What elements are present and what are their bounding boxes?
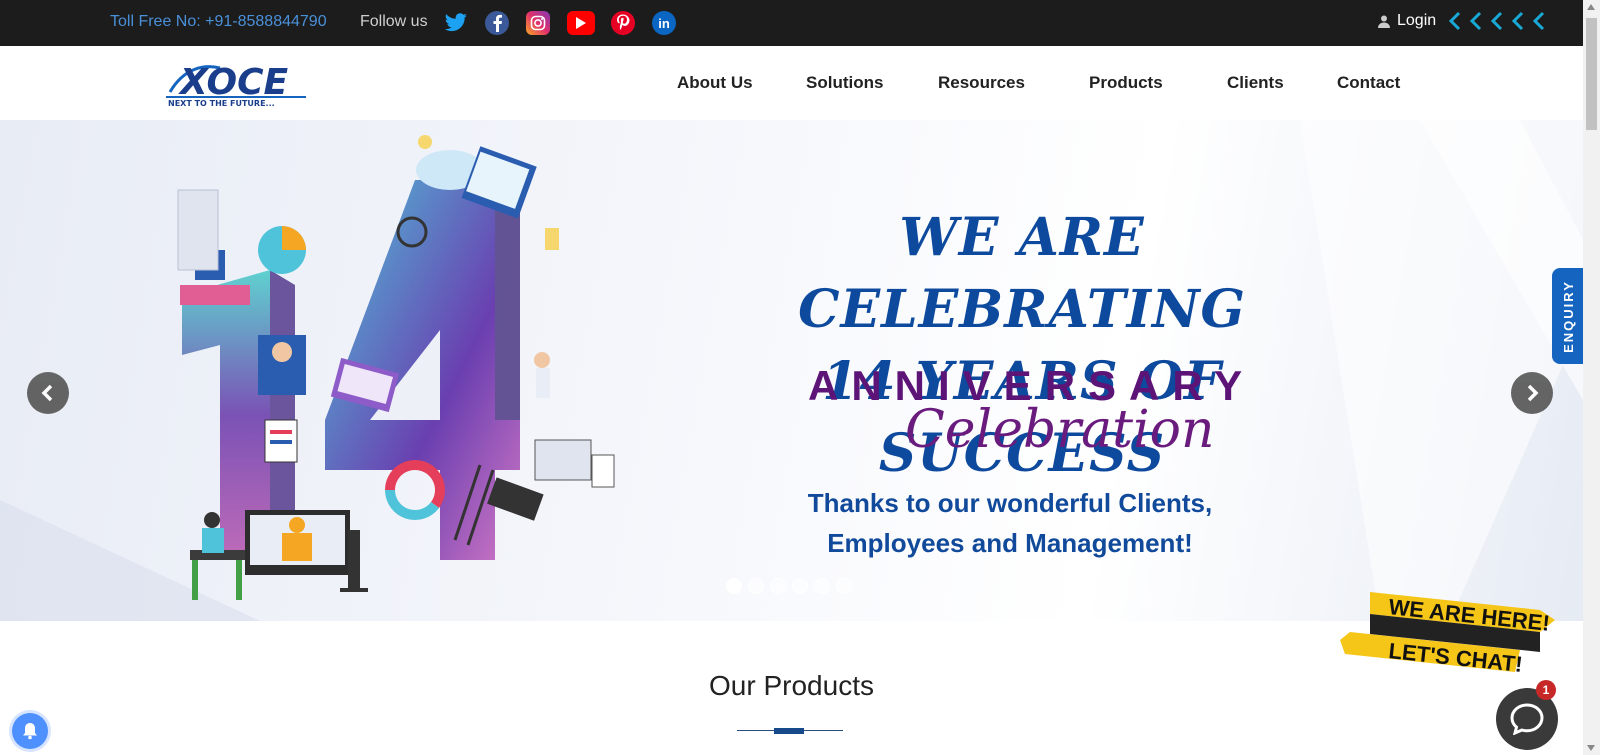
- carousel-indicators: [726, 578, 852, 594]
- top-bar: Toll Free No: +91-8588844790 Follow us i…: [0, 0, 1583, 46]
- main-navbar: XOCE NEXT TO THE FUTURE... About Us Solu…: [0, 46, 1583, 120]
- section-divider-accent: [774, 728, 804, 734]
- user-icon: [1378, 15, 1390, 28]
- nav-about-us[interactable]: About Us: [677, 73, 753, 93]
- notification-bell-button[interactable]: [12, 713, 48, 749]
- follow-us-label: Follow us: [360, 13, 428, 30]
- carousel-next-button[interactable]: [1511, 372, 1553, 414]
- login-label: Login: [1397, 12, 1437, 29]
- twitter-icon[interactable]: [444, 11, 468, 35]
- toll-free-link[interactable]: Toll Free No: +91-8588844790: [110, 13, 327, 31]
- carousel-dot-3[interactable]: [770, 578, 786, 594]
- chevron-left-icon: [1511, 11, 1524, 31]
- carousel-dot-2[interactable]: [748, 578, 764, 594]
- nav-products[interactable]: Products: [1089, 73, 1163, 93]
- linkedin-icon[interactable]: in: [652, 11, 676, 35]
- enquiry-label: ENQUIRY: [1560, 279, 1576, 353]
- scroll-thumb[interactable]: [1586, 18, 1597, 130]
- nav-solutions[interactable]: Solutions: [806, 73, 883, 93]
- chat-unread-badge: 1: [1536, 680, 1556, 700]
- facebook-icon[interactable]: [485, 11, 509, 35]
- login-button[interactable]: Login: [1378, 12, 1436, 30]
- logo-tagline: NEXT TO THE FUTURE...: [168, 99, 275, 108]
- thanks-line1: Thanks to our wonderful Clients,: [807, 488, 1213, 518]
- carousel-dot-6[interactable]: [836, 578, 852, 594]
- thanks-line2: Employees and Management!: [827, 528, 1193, 558]
- chevron-left-icon: [1469, 11, 1482, 31]
- bell-icon: [23, 723, 37, 740]
- chevron-left-icon: [1448, 11, 1461, 31]
- company-logo[interactable]: XOCE NEXT TO THE FUTURE...: [164, 58, 312, 108]
- nav-resources[interactable]: Resources: [938, 73, 1025, 93]
- hero-carousel: WE ARE CELEBRATING 14 YEARS OF SUCCESS A…: [0, 120, 1583, 621]
- chat-bubble-icon: [1510, 703, 1544, 735]
- page: Toll Free No: +91-8588844790 Follow us i…: [0, 0, 1600, 755]
- carousel-dot-5[interactable]: [814, 578, 830, 594]
- chevron-left-icon: [1532, 11, 1545, 31]
- chevron-right-icon: [1527, 384, 1539, 402]
- carousel-dot-1[interactable]: [726, 578, 742, 594]
- pinterest-icon[interactable]: [611, 11, 635, 35]
- chevron-left-icon: [41, 384, 53, 402]
- youtube-icon[interactable]: [567, 11, 595, 35]
- chat-banner[interactable]: WE ARE HERE! LET'S CHAT!: [1340, 592, 1560, 688]
- thanks-message: Thanks to our wonderful Clients, Employe…: [760, 483, 1260, 563]
- chevron-left-icons: [1446, 11, 1548, 31]
- page-scrollbar[interactable]: [1583, 0, 1600, 755]
- nav-contact[interactable]: Contact: [1337, 73, 1400, 93]
- carousel-dot-4[interactable]: [792, 578, 808, 594]
- scroll-up-arrow-icon[interactable]: [1587, 4, 1595, 10]
- chevron-left-icon: [1490, 11, 1503, 31]
- nav-clients[interactable]: Clients: [1227, 73, 1284, 93]
- scroll-down-arrow-icon[interactable]: [1587, 745, 1595, 751]
- anniversary-14-illustration: [177, 135, 615, 600]
- enquiry-tab[interactable]: ENQUIRY: [1552, 268, 1584, 364]
- carousel-prev-button[interactable]: [27, 372, 69, 414]
- celebration-text: Celebration: [905, 400, 1215, 460]
- hero-title-line1: WE ARE CELEBRATING: [798, 207, 1246, 340]
- instagram-icon[interactable]: [526, 11, 550, 35]
